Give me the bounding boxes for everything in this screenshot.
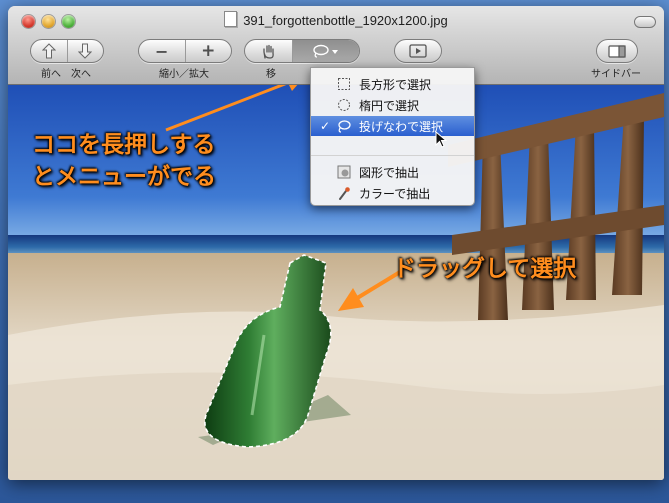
tool-segmented-control xyxy=(244,39,360,63)
preview-window: 391_forgottenbottle_1920x1200.jpg 前へ 次へ … xyxy=(8,6,664,480)
toolbar-toggle-button[interactable] xyxy=(634,16,656,28)
zoom-label: 縮小／拡大 xyxy=(159,69,209,80)
window-title: 391_forgottenbottle_1920x1200.jpg xyxy=(243,13,448,28)
menu-separator xyxy=(311,155,474,156)
arrow-down-icon xyxy=(78,43,93,59)
nav-segmented-control xyxy=(30,39,104,63)
lasso-icon xyxy=(338,120,351,133)
window-title-bar: 391_forgottenbottle_1920x1200.jpg xyxy=(8,11,664,28)
mouse-pointer-icon xyxy=(435,131,447,148)
select-tool-button[interactable] xyxy=(293,40,359,62)
previous-button[interactable] xyxy=(31,40,68,62)
menu-item-lasso-select[interactable]: ✓ 投げなわで選択 xyxy=(311,116,474,136)
sidebar-label: サイドバー xyxy=(591,69,641,80)
menu-item-label: 楕円で選択 xyxy=(359,98,420,113)
menu-item-label: 図形で抽出 xyxy=(359,165,420,180)
sidebar-button[interactable] xyxy=(596,39,638,63)
menu-item-label: カラーで抽出 xyxy=(359,186,431,201)
arrow-up-icon xyxy=(41,43,56,59)
long-press-line-2: とメニューがでる xyxy=(32,164,216,190)
move-tool-button[interactable] xyxy=(245,40,294,62)
slideshow-button[interactable] xyxy=(394,39,442,63)
ellipse-select-icon xyxy=(338,99,350,111)
slideshow-icon xyxy=(409,44,427,58)
nav-label: 前へ 次へ xyxy=(41,69,91,80)
drag-annotation: ドラッグして選択 xyxy=(393,256,577,282)
minus-icon: − xyxy=(155,41,169,61)
menu-item-rectangle-select[interactable]: 長方形で選択 xyxy=(311,74,474,94)
plus-icon: + xyxy=(201,41,216,61)
menu-item-label: 長方形で選択 xyxy=(359,77,432,92)
menu-item-ellipse-select[interactable]: 楕円で選択 xyxy=(311,95,474,115)
zoom-segmented-control: − + xyxy=(138,39,232,63)
long-press-line-1: ココを長押しする xyxy=(32,132,216,158)
long-press-annotation: ココを長押しする とメニューがでる xyxy=(32,129,216,193)
selection-tool-menu: 長方形で選択 楕円で選択 ✓ 投げなわで選択 図形で抽出 カラーで抽出 xyxy=(310,67,475,206)
menu-item-label: 投げなわで選択 xyxy=(359,119,444,134)
rectangle-select-icon xyxy=(338,78,350,90)
menu-item-shape-extract[interactable]: 図形で抽出 xyxy=(311,162,474,182)
zoom-in-button[interactable]: + xyxy=(186,40,232,62)
next-button[interactable] xyxy=(68,40,104,62)
move-label: 移 xyxy=(266,69,276,80)
checkmark-icon: ✓ xyxy=(320,119,331,133)
menu-item-color-extract[interactable]: カラーで抽出 xyxy=(311,183,474,203)
color-extract-icon xyxy=(339,187,350,200)
sidebar-icon xyxy=(608,44,626,58)
shape-extract-icon xyxy=(337,165,351,179)
zoom-out-button[interactable]: − xyxy=(139,40,186,62)
document-icon xyxy=(224,11,238,27)
lasso-icon xyxy=(313,44,339,58)
hand-icon xyxy=(262,44,274,59)
